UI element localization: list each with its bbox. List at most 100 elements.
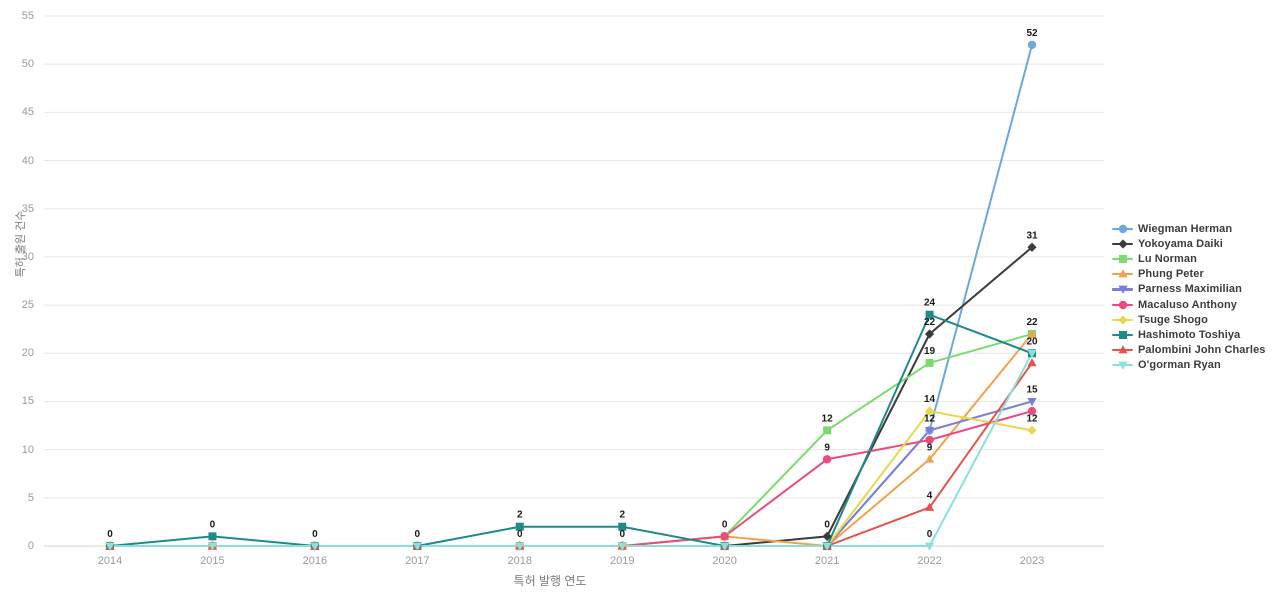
- data-labels: 000 02020012902422191412940523122201512: [107, 28, 1038, 540]
- series-line: [109, 400, 1033, 547]
- legend-marker-icon: [1112, 314, 1133, 326]
- data-label: 0: [824, 519, 830, 530]
- data-label: 0: [927, 529, 933, 540]
- x-tick-label: 2017: [405, 555, 430, 567]
- data-label: 9: [824, 442, 830, 453]
- legend-label: Yokoyama Daiki: [1138, 237, 1223, 250]
- x-tick-label: 2014: [97, 555, 123, 567]
- series-lines: [109, 43, 1033, 547]
- data-label: 15: [1026, 384, 1038, 395]
- data-point-marker: [1118, 300, 1127, 309]
- legend-item-phung-peter[interactable]: Phung Peter: [1112, 267, 1280, 282]
- legend-label: Parness Maximilian: [1138, 283, 1242, 296]
- data-label: 0: [107, 529, 113, 540]
- y-tick-label: 15: [21, 395, 34, 408]
- y-tick-label: 10: [21, 443, 34, 456]
- legend-label: Hashimoto Toshiya: [1138, 328, 1241, 341]
- legend-marker-icon: [1112, 344, 1133, 356]
- legend-item-o-gorman-ryan[interactable]: O'gorman Ryan: [1112, 358, 1280, 373]
- legend-marker-icon: [1112, 268, 1133, 280]
- data-label: 19: [924, 346, 936, 357]
- data-label: 0: [415, 529, 421, 540]
- x-tick-label: 2022: [917, 555, 942, 567]
- y-tick-label: 25: [21, 299, 34, 312]
- data-label: 9: [927, 442, 933, 453]
- data-point-marker: [1117, 361, 1128, 371]
- plot-area: 0 0 0 0 2 0 2 0 0 12 9 0 24 22 19 14 12 9 4 0 52 31 22 20 15 12: [44, 8, 1104, 551]
- data-point-marker: [822, 455, 832, 464]
- legend-marker-icon: [1112, 359, 1133, 371]
- x-tick-label: 2015: [200, 555, 225, 567]
- data-label: 14: [924, 394, 936, 405]
- x-tick-label: 2023: [1019, 555, 1045, 567]
- data-label: 0: [312, 529, 318, 540]
- legend-item-lu-norman[interactable]: Lu Norman: [1112, 251, 1280, 266]
- data-label: 4: [927, 490, 933, 501]
- data-point-marker: [1118, 254, 1127, 263]
- legend-item-yokoyama-daiki[interactable]: Yokoyama Daiki: [1112, 236, 1280, 251]
- data-label: 22: [1026, 317, 1038, 328]
- y-tick-label: 5: [27, 491, 34, 504]
- legend[interactable]: Wiegman Herman Yokoyama Daiki Lu Norman Phu…: [1112, 221, 1280, 373]
- x-tick-label: 2020: [712, 555, 737, 567]
- legend-marker-icon: [1112, 223, 1133, 235]
- data-point-marker: [1027, 40, 1037, 50]
- legend-label: Palombini John Charles: [1138, 344, 1266, 357]
- legend-label: Tsuge Shogo: [1138, 313, 1208, 326]
- gridlines: [44, 15, 1104, 547]
- data-label: 31: [1026, 230, 1038, 241]
- x-tick-label: 2016: [302, 555, 328, 567]
- data-point-marker: [823, 426, 832, 435]
- legend-label: Macaluso Anthony: [1138, 298, 1237, 311]
- data-point-marker: [925, 358, 934, 367]
- data-label: 0: [619, 529, 625, 540]
- data-label: 12: [924, 413, 936, 424]
- data-label: 0: [722, 519, 728, 530]
- data-label: 12: [822, 413, 834, 424]
- y-tick-label: 30: [21, 250, 34, 263]
- data-label: 0: [517, 529, 523, 540]
- data-point-marker: [1118, 224, 1127, 233]
- y-tick-label: 50: [21, 58, 34, 71]
- y-tick-label: 40: [21, 154, 34, 167]
- legend-item-palombini-john-charles[interactable]: Palombini John Charles: [1112, 343, 1280, 358]
- y-tick-label: 20: [21, 347, 34, 360]
- data-label: 24: [924, 298, 936, 309]
- legend-item-tsuge-shogo[interactable]: Tsuge Shogo: [1112, 312, 1280, 327]
- legend-marker-icon: [1112, 238, 1133, 250]
- data-label: 20: [1026, 336, 1038, 347]
- legend-item-parness-maximilian[interactable]: Parness Maximilian: [1112, 282, 1280, 297]
- data-label: 2: [619, 510, 625, 521]
- x-tick-label: 2019: [609, 555, 635, 567]
- y-tick-label: 55: [21, 10, 34, 22]
- series-markers: [105, 40, 1037, 551]
- chart-root: 특허 출원 건수 특허 발행 연도 0 5 10 15 20 25 30 35 40 45 50 55…: [0, 0, 1280, 600]
- legend-marker-icon: [1112, 253, 1133, 265]
- legend-item-hashimoto-toshiya[interactable]: Hashimoto Toshiya: [1112, 327, 1280, 342]
- legend-label: O'gorman Ryan: [1138, 359, 1221, 372]
- series-line: [109, 333, 1033, 547]
- data-label: 22: [924, 317, 936, 328]
- legend-marker-icon: [1112, 329, 1133, 341]
- y-tick-label: 35: [21, 202, 34, 215]
- legend-item-wiegman-herman[interactable]: Wiegman Herman: [1112, 221, 1280, 236]
- x-tick-label: 2021: [814, 555, 840, 567]
- legend-item-macaluso-anthony[interactable]: Macaluso Anthony: [1112, 297, 1280, 312]
- data-label: 12: [1026, 413, 1038, 424]
- x-tick-label: 2018: [507, 555, 532, 567]
- data-point-marker: [1117, 285, 1128, 295]
- y-tick-label: 45: [21, 106, 34, 119]
- legend-label: Lu Norman: [1138, 252, 1197, 265]
- data-point-marker: [1117, 269, 1128, 278]
- data-label: 2: [517, 510, 523, 521]
- data-point-marker: [1027, 425, 1037, 435]
- y-tick-label: 0: [27, 540, 34, 552]
- data-point-marker: [1117, 315, 1128, 325]
- data-point-marker: [208, 532, 217, 541]
- legend-marker-icon: [1112, 299, 1133, 311]
- data-point-marker: [1117, 345, 1128, 354]
- legend-label: Phung Peter: [1138, 268, 1204, 281]
- legend-label: Wiegman Herman: [1138, 222, 1233, 235]
- data-point-marker: [1118, 330, 1127, 339]
- data-point-marker: [1117, 239, 1128, 249]
